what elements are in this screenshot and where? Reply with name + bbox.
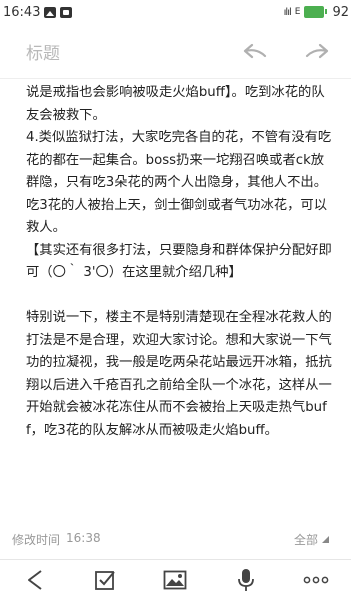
redo-icon [305, 43, 329, 59]
signal-icon: ılıl [283, 6, 292, 18]
folder-selector[interactable]: 全部 [294, 531, 351, 548]
note-blank-line [26, 285, 336, 308]
status-time: 16:43 [3, 4, 41, 20]
modified-label: 修改时间 [12, 532, 61, 547]
checklist-button[interactable] [90, 565, 120, 595]
battery-icon [304, 6, 328, 18]
insert-image-button[interactable] [160, 565, 190, 595]
image-icon [164, 570, 187, 590]
status-left: 16:43 [0, 4, 73, 20]
toolbar-actions [241, 40, 351, 62]
modified-info: 修改时间 16:38 [0, 531, 101, 548]
battery-level: 92 [332, 4, 349, 20]
checkbox-icon [95, 571, 116, 590]
message-notification-icon [60, 6, 73, 18]
status-bar: 16:43 ılıl E 92 [0, 0, 351, 24]
note-toolbar: 标题 [0, 24, 351, 79]
note-paragraph: 4.类似监狱打法，大家吃完各自的花，不管有没有吃花的都在一起集合。boss扔来一… [26, 130, 332, 235]
undo-button[interactable] [241, 40, 269, 62]
title-field[interactable]: 标题 [0, 39, 60, 64]
note-paragraph: 说是戒指也会影响被吸走火焰buff】。吃到冰花的队友会被救下。 [26, 85, 325, 123]
note-paragraph: 【其实还有很多打法，只要隐身和群体保护分配好即可（〇｀ 3'〇）在这里就介绍几种… [26, 242, 332, 281]
back-icon [28, 570, 42, 590]
image-notification-icon [44, 6, 57, 18]
undo-icon [243, 43, 267, 59]
network-type: E [294, 7, 301, 17]
microphone-icon [237, 569, 254, 591]
more-button[interactable] [301, 565, 331, 595]
corner-arrow-icon [322, 535, 329, 543]
bottom-toolbar [0, 559, 351, 600]
redo-button[interactable] [303, 40, 331, 62]
back-button[interactable] [20, 565, 50, 595]
more-icon [303, 576, 329, 584]
folder-label: 全部 [293, 532, 318, 547]
modified-time: 16:38 [66, 530, 101, 545]
note-meta: 修改时间 16:38 全部 [0, 526, 351, 552]
voice-input-button[interactable] [231, 565, 261, 595]
note-paragraph: 特别说一下，楼主不是特别清楚现在全程冰花救人的打法是不是合理，欢迎大家讨论。想和… [26, 310, 332, 438]
status-right: ılıl E 92 [284, 5, 351, 20]
note-body[interactable]: 说是戒指也会影响被吸走火焰buff】。吃到冰花的队友会被救下。 4.类似监狱打法… [26, 82, 336, 442]
